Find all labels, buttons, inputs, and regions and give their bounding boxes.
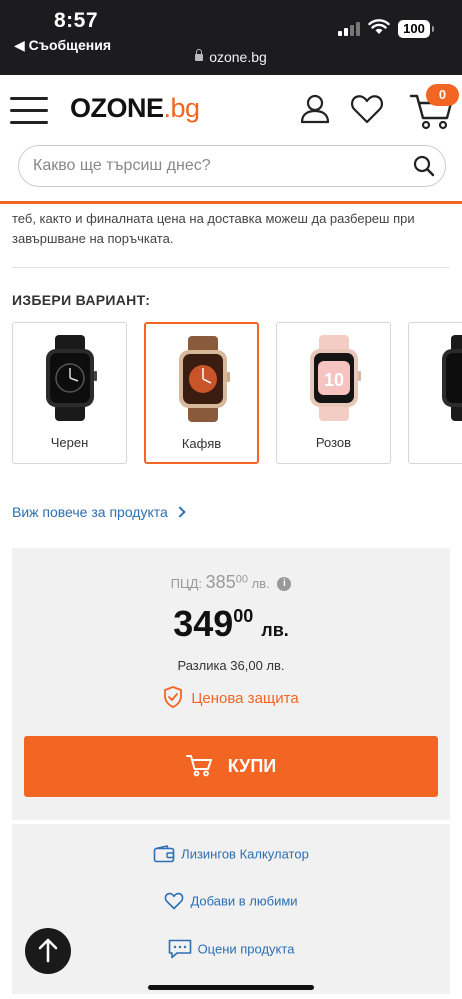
leasing-calculator-link[interactable]: Лизингов Калкулатор — [12, 845, 450, 864]
watch-brown-image — [179, 336, 230, 422]
variant-pink[interactable]: 10 Розов — [276, 322, 391, 464]
search-icon[interactable] — [413, 155, 435, 177]
user-account-icon[interactable] — [299, 93, 331, 125]
favorite-label: Добави в любими — [190, 893, 298, 909]
price-value: 349 — [173, 603, 234, 644]
variant-label: Черен — [50, 435, 89, 450]
add-to-favorites-link[interactable]: Добави в любими — [12, 892, 450, 911]
old-price: ПЦД: 38500 лв. i — [12, 572, 450, 593]
favorites-heart-icon[interactable] — [350, 93, 384, 125]
site-header: OZONE.bg 0 — [0, 75, 462, 205]
status-time: 8:57 — [54, 9, 99, 32]
url-bar[interactable]: ozone.bg — [0, 49, 462, 65]
watch-variant-image — [442, 335, 462, 421]
variant-label: Розов — [315, 435, 352, 450]
chevron-right-icon — [174, 506, 186, 518]
info-icon[interactable]: i — [277, 577, 292, 591]
lock-icon — [195, 49, 204, 61]
variant-brown[interactable]: Кафяв — [144, 322, 259, 464]
cart-count-badge: 0 — [426, 84, 459, 106]
logo-suffix: .bg — [163, 93, 201, 123]
ozone-logo[interactable]: OZONE.bg — [70, 93, 200, 124]
scroll-to-top-button[interactable] — [25, 928, 71, 974]
home-indicator[interactable] — [148, 985, 314, 990]
menu-button[interactable] — [10, 97, 48, 125]
header-accent-line — [0, 201, 462, 204]
price-protection[interactable]: Ценова защита — [12, 686, 450, 710]
url-text: ozone.bg — [209, 49, 267, 65]
current-price: 34900 лв. — [12, 603, 450, 645]
watch-black-image — [46, 335, 97, 421]
old-price-decimals: 00 — [235, 573, 248, 586]
price-difference: Разлика 36,00 лв. — [177, 658, 285, 673]
search-input[interactable] — [33, 146, 393, 186]
buy-button-label: КУПИ — [227, 756, 277, 776]
more-about-product-link[interactable]: Виж повече за продукта — [12, 504, 186, 520]
battery-indicator: 100 — [398, 20, 434, 38]
watch-pink-image: 10 — [310, 335, 361, 421]
variant-carousel[interactable]: Черен Кафяв 10 Розов — [12, 322, 462, 464]
rating-comment-icon — [168, 939, 191, 959]
rate-label: Оцени продукта — [197, 941, 295, 957]
price-decimals: 00 — [233, 606, 254, 626]
heart-icon — [165, 892, 184, 910]
buy-button[interactable]: КУПИ — [24, 736, 438, 797]
svg-text:10: 10 — [324, 370, 344, 390]
variant-label: Кафяв — [181, 436, 222, 451]
rate-product-link[interactable]: Оцени продукта — [12, 939, 450, 960]
shield-check-icon — [164, 686, 183, 708]
search-bar — [18, 145, 446, 187]
variant-black[interactable]: Черен — [12, 322, 127, 464]
old-price-label: ПЦД: — [170, 576, 203, 591]
logo-main: OZONE — [70, 93, 164, 123]
wifi-icon — [368, 19, 390, 34]
product-actions: Лизингов Калкулатор Добави в любими Оцен… — [12, 824, 450, 994]
divider — [12, 267, 450, 268]
price-protection-label: Ценова защита — [191, 689, 299, 707]
cart-icon — [185, 755, 212, 777]
more-link-label: Виж повече за продукта — [12, 504, 168, 520]
price-box: ПЦД: 38500 лв. i 34900лв. Разлика 36,00 … — [12, 548, 450, 820]
price-currency: лв. — [261, 620, 289, 640]
signal-icon — [338, 22, 360, 36]
leasing-label: Лизингов Калкулатор — [181, 846, 309, 862]
arrow-up-icon — [38, 938, 58, 963]
wallet-icon — [153, 845, 175, 863]
old-price-value: 385 — [205, 572, 236, 592]
old-price-currency: лв. — [251, 576, 270, 591]
delivery-note: теб, както и финалната цена на доставка … — [12, 211, 415, 246]
variant-more[interactable] — [408, 322, 462, 464]
variant-title: ИЗБЕРИ ВАРИАНТ: — [12, 292, 151, 308]
status-bar: 8:57 ◀ Съобщения 100 ozone.bg — [0, 0, 462, 75]
